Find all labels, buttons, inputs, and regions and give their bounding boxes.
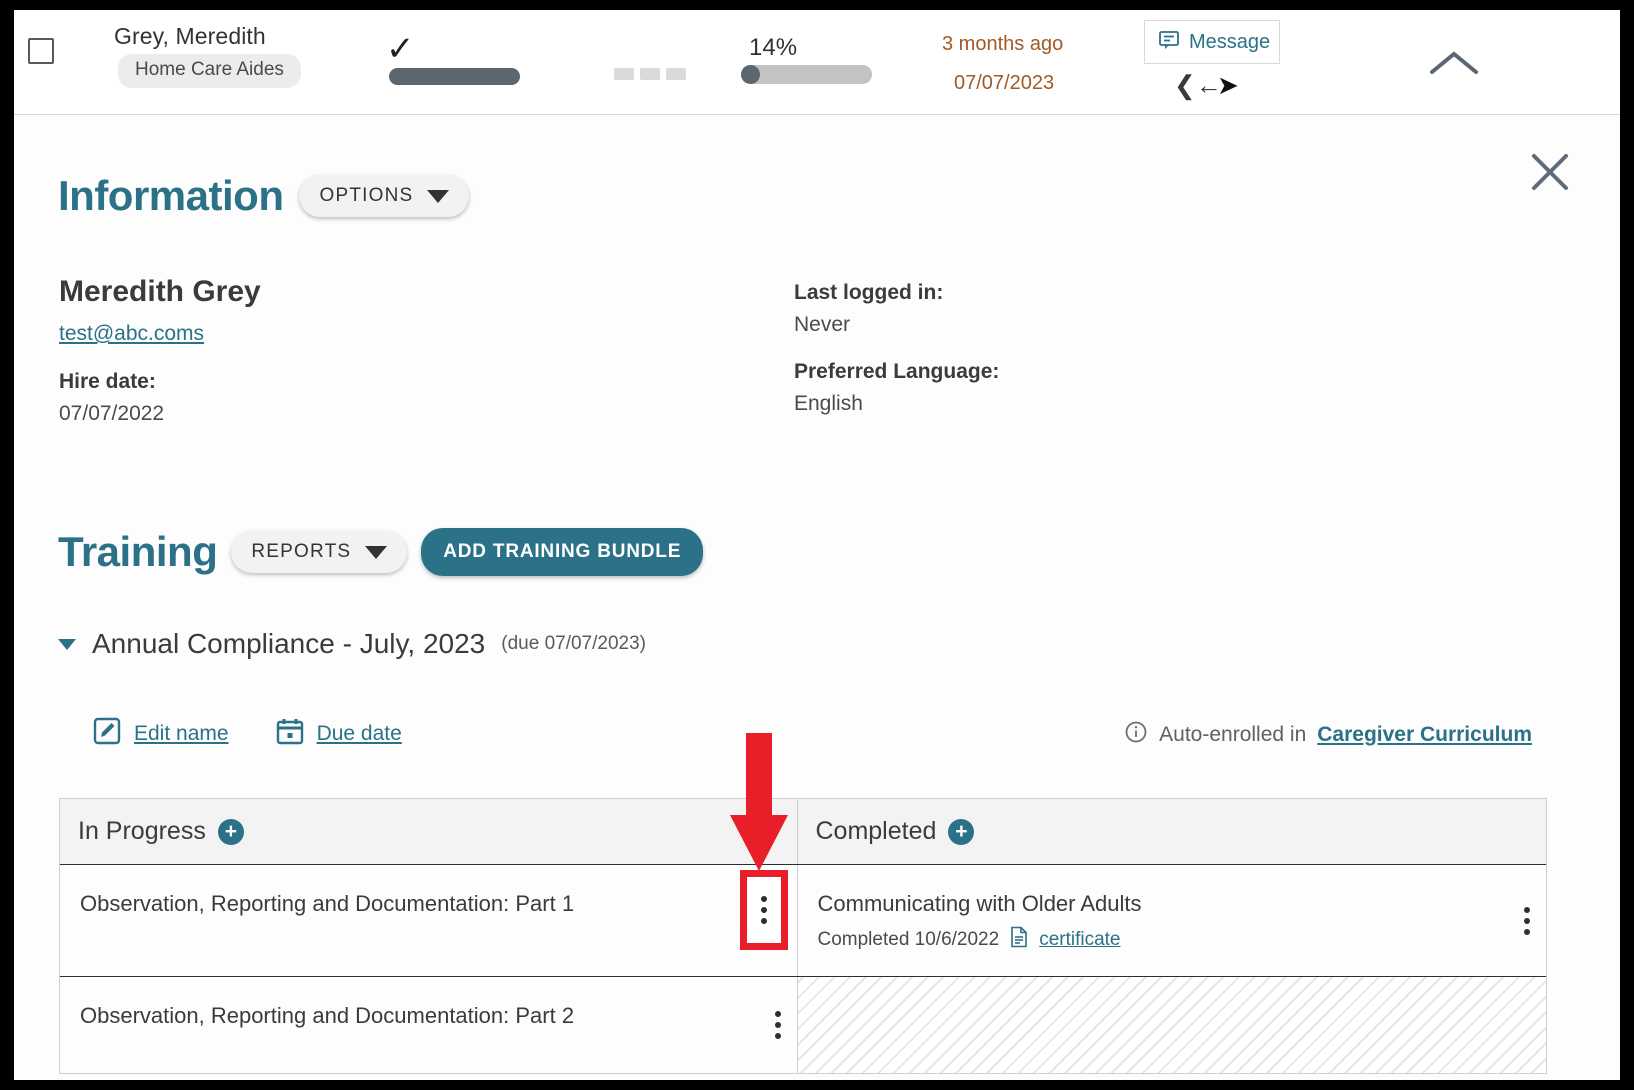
auto-enrolled-text: Auto-enrolled in (1159, 722, 1307, 746)
caregiver-curriculum-link[interactable]: Caregiver Curriculum (1317, 723, 1532, 747)
reply-icon[interactable]: ❮← (1174, 72, 1222, 98)
more-vertical-icon[interactable] (761, 896, 767, 924)
expand-caret-down-icon[interactable] (58, 638, 76, 650)
progress-percent-label: 14% (749, 34, 798, 61)
bundle-title: Annual Compliance - July, 2023 (92, 628, 486, 659)
reports-dropdown-button[interactable]: REPORTS (231, 531, 408, 573)
column-header-completed: Completed + (798, 799, 1547, 864)
auto-enrolled-note: Auto-enrolled in Caregiver Curriculum (1124, 720, 1532, 749)
send-icon[interactable]: ➤ (1217, 72, 1239, 98)
edit-pencil-icon (92, 716, 122, 751)
collapse-chevron-up-icon[interactable] (1424, 46, 1484, 80)
message-button[interactable]: Message (1144, 20, 1280, 64)
completed-meta: Completed 10/6/2022 certificate (818, 926, 1499, 954)
reports-button-label: REPORTS (251, 541, 352, 562)
document-icon (1009, 926, 1029, 954)
red-highlight-box-annotation (740, 870, 788, 950)
person-full-name: Meredith Grey (59, 275, 261, 308)
options-button-label: OPTIONS (319, 185, 414, 206)
hire-date-label: Hire date: (59, 370, 156, 393)
certificate-link[interactable]: certificate (1039, 929, 1120, 951)
training-section-header: Training REPORTS ADD TRAINING BUNDLE (58, 528, 704, 576)
relative-time-label: 3 months ago (942, 33, 1064, 55)
training-table: In Progress + Completed + Observation, R… (59, 798, 1547, 1074)
bundle-actions: Edit name Due date (92, 716, 402, 751)
column-in-progress-label: In Progress (78, 817, 206, 845)
last-logged-in-value: Never (794, 313, 851, 336)
preferred-language-value: English (794, 392, 863, 415)
app-screen: Grey, Meredith Home Care Aides ✓ 14% 3 m… (14, 10, 1620, 1080)
due-date-label: 07/07/2023 (954, 72, 1055, 94)
due-date-label: Due date (316, 721, 402, 745)
chevron-down-icon (365, 545, 388, 559)
progress-bar-fill (741, 65, 760, 84)
course-title: Observation, Reporting and Documentation… (80, 1003, 575, 1028)
dash-indicator (614, 68, 686, 80)
course-title: Communicating with Older Adults (817, 891, 1142, 916)
completed-date: Completed 10/6/2022 (817, 929, 1000, 950)
dash-segment (666, 68, 686, 80)
chevron-down-icon (427, 189, 450, 203)
edit-name-action[interactable]: Edit name (92, 716, 229, 751)
person-name-header: Grey, Meredith (114, 23, 266, 49)
options-dropdown-button[interactable]: OPTIONS (299, 175, 470, 217)
in-progress-cell: Observation, Reporting and Documentation… (60, 865, 798, 976)
training-title: Training (58, 528, 218, 575)
hire-date-value: 07/07/2022 (59, 402, 165, 425)
email-link[interactable]: test@abc.coms (59, 322, 204, 346)
more-vertical-icon[interactable] (1524, 906, 1530, 935)
information-title: Information (58, 172, 284, 219)
progress-bar (741, 65, 872, 84)
course-title: Observation, Reporting and Documentation… (80, 891, 575, 916)
bundle-due-date: (due 07/07/2023) (501, 633, 646, 654)
training-bundle-header[interactable]: Annual Compliance - July, 2023 (due 07/0… (58, 628, 646, 660)
table-row: Observation, Reporting and Documentation… (60, 865, 1546, 977)
information-section-header: Information OPTIONS (58, 172, 470, 220)
due-date-action[interactable]: Due date (275, 716, 402, 751)
column-completed-label: Completed (815, 817, 937, 845)
completed-cell: Communicating with Older Adults Complete… (798, 865, 1547, 976)
info-circle-icon (1124, 720, 1148, 749)
in-progress-cell: Observation, Reporting and Documentation… (60, 977, 798, 1073)
person-summary-header: Grey, Meredith Home Care Aides ✓ 14% 3 m… (14, 10, 1620, 115)
last-logged-in-field: Last logged in: Never (794, 281, 943, 337)
preferred-language-label: Preferred Language: (794, 360, 1000, 383)
checkmark-icon: ✓ (386, 30, 415, 68)
edit-name-label: Edit name (134, 721, 229, 745)
last-logged-in-label: Last logged in: (794, 281, 944, 304)
table-header-row: In Progress + Completed + (60, 799, 1546, 865)
message-icon (1157, 28, 1181, 57)
completed-cell-empty (797, 977, 1546, 1073)
add-in-progress-plus-circle-icon[interactable]: + (217, 818, 244, 845)
status-bar-dark (389, 68, 520, 85)
dash-segment (614, 68, 634, 80)
dash-segment (640, 68, 660, 80)
hire-date-field: Hire date: 07/07/2022 (59, 370, 164, 426)
table-row: Observation, Reporting and Documentation… (60, 977, 1546, 1073)
calendar-icon (275, 716, 305, 751)
message-button-label: Message (1189, 30, 1271, 53)
column-header-in-progress: In Progress + (60, 799, 798, 864)
role-badge: Home Care Aides (118, 54, 301, 88)
add-completed-plus-circle-icon[interactable]: + (948, 818, 975, 845)
close-panel-button[interactable] (1528, 150, 1572, 194)
preferred-language-field: Preferred Language: English (794, 360, 999, 416)
add-training-bundle-button[interactable]: ADD TRAINING BUNDLE (421, 528, 704, 576)
more-vertical-icon[interactable] (774, 1011, 781, 1039)
row-select-checkbox[interactable] (28, 38, 54, 64)
